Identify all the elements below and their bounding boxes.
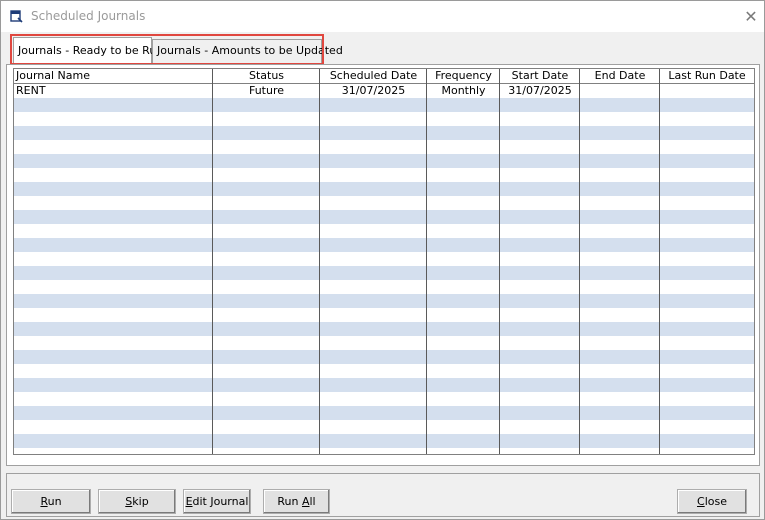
- column-divider[interactable]: [319, 69, 320, 454]
- close-label: lose: [704, 495, 727, 508]
- table-row[interactable]: RENT Future 31/07/2025 Monthly 31/07/2025: [14, 84, 754, 98]
- column-header[interactable]: End Date: [580, 69, 660, 83]
- column-header[interactable]: Scheduled Date: [320, 69, 427, 83]
- window-title: Scheduled Journals: [31, 9, 146, 23]
- table-row[interactable]: [14, 112, 754, 126]
- column-divider[interactable]: [426, 69, 427, 454]
- grid-header: Journal Name Status Scheduled Date Frequenc…: [14, 69, 754, 84]
- table-row[interactable]: [14, 126, 754, 140]
- column-header[interactable]: Last Run Date: [660, 69, 754, 83]
- table-row[interactable]: [14, 168, 754, 182]
- run-all-button[interactable]: Run All: [263, 489, 330, 514]
- table-row[interactable]: [14, 252, 754, 266]
- table-row[interactable]: [14, 350, 754, 364]
- run-label: un: [47, 495, 62, 508]
- close-mnemonic: C: [697, 495, 705, 508]
- column-divider[interactable]: [499, 69, 500, 454]
- close-window-icon[interactable]: ✕: [741, 7, 761, 27]
- window-icon: [10, 10, 23, 23]
- table-row[interactable]: [14, 322, 754, 336]
- column-divider[interactable]: [659, 69, 660, 454]
- table-row[interactable]: [14, 364, 754, 378]
- table-row[interactable]: [14, 336, 754, 350]
- table-cell: RENT: [16, 84, 46, 97]
- table-row[interactable]: [14, 406, 754, 420]
- table-cell: 31/07/2025: [341, 84, 406, 97]
- edit-journal-mnemonic: E: [185, 495, 193, 508]
- table-row[interactable]: [14, 266, 754, 280]
- table-row[interactable]: [14, 434, 754, 448]
- table-row[interactable]: [14, 140, 754, 154]
- skip-button[interactable]: Skip: [98, 489, 176, 514]
- journals-grid[interactable]: Journal Name Status Scheduled Date Frequenc…: [13, 68, 755, 455]
- table-row[interactable]: [14, 280, 754, 294]
- column-divider[interactable]: [212, 69, 213, 454]
- table-cell: [580, 84, 660, 98]
- table-row[interactable]: [14, 378, 754, 392]
- column-header[interactable]: Start Date: [500, 69, 580, 83]
- table-row[interactable]: [14, 210, 754, 224]
- run-mnemonic: R: [40, 495, 48, 508]
- tab-ready-to-be-run[interactable]: Journals - Ready to be Run: [13, 37, 163, 64]
- table-cell: [660, 84, 754, 98]
- table-row[interactable]: [14, 420, 754, 434]
- column-header[interactable]: Status: [213, 69, 320, 83]
- table-cell: Future: [248, 84, 285, 97]
- tab-amounts-to-be-updated[interactable]: Journals - Amounts to be Updated: [152, 39, 343, 63]
- column-header[interactable]: Journal Name: [14, 69, 213, 83]
- column-divider[interactable]: [579, 69, 580, 454]
- run-all-pre-label: Run: [277, 495, 302, 508]
- edit-journal-button[interactable]: Edit Journal: [183, 489, 251, 514]
- table-row[interactable]: [14, 238, 754, 252]
- table-row[interactable]: [14, 154, 754, 168]
- table-row[interactable]: [14, 182, 754, 196]
- table-row[interactable]: [14, 224, 754, 238]
- edit-journal-label: dit Journal: [192, 495, 249, 508]
- close-button[interactable]: Close: [677, 489, 747, 514]
- table-row[interactable]: [14, 392, 754, 406]
- table-cell: 31/07/2025: [508, 84, 572, 97]
- column-header[interactable]: Frequency: [427, 69, 500, 83]
- button-bar: Run Skip Edit Journal Run All Close: [6, 473, 760, 517]
- run-button[interactable]: Run: [11, 489, 91, 514]
- tab-panel: Journal Name Status Scheduled Date Frequenc…: [6, 64, 760, 466]
- table-row[interactable]: [14, 98, 754, 112]
- table-cell: Monthly: [441, 84, 486, 97]
- run-all-mnemonic: A: [301, 495, 310, 508]
- table-row[interactable]: [14, 294, 754, 308]
- table-row[interactable]: [14, 196, 754, 210]
- table-row[interactable]: [14, 308, 754, 322]
- run-all-label: ll: [309, 495, 316, 508]
- title-bar: Scheduled Journals ✕: [1, 1, 764, 32]
- skip-label: kip: [132, 495, 149, 508]
- scheduled-journals-window: Scheduled Journals ✕ Journals - Ready to…: [0, 0, 765, 520]
